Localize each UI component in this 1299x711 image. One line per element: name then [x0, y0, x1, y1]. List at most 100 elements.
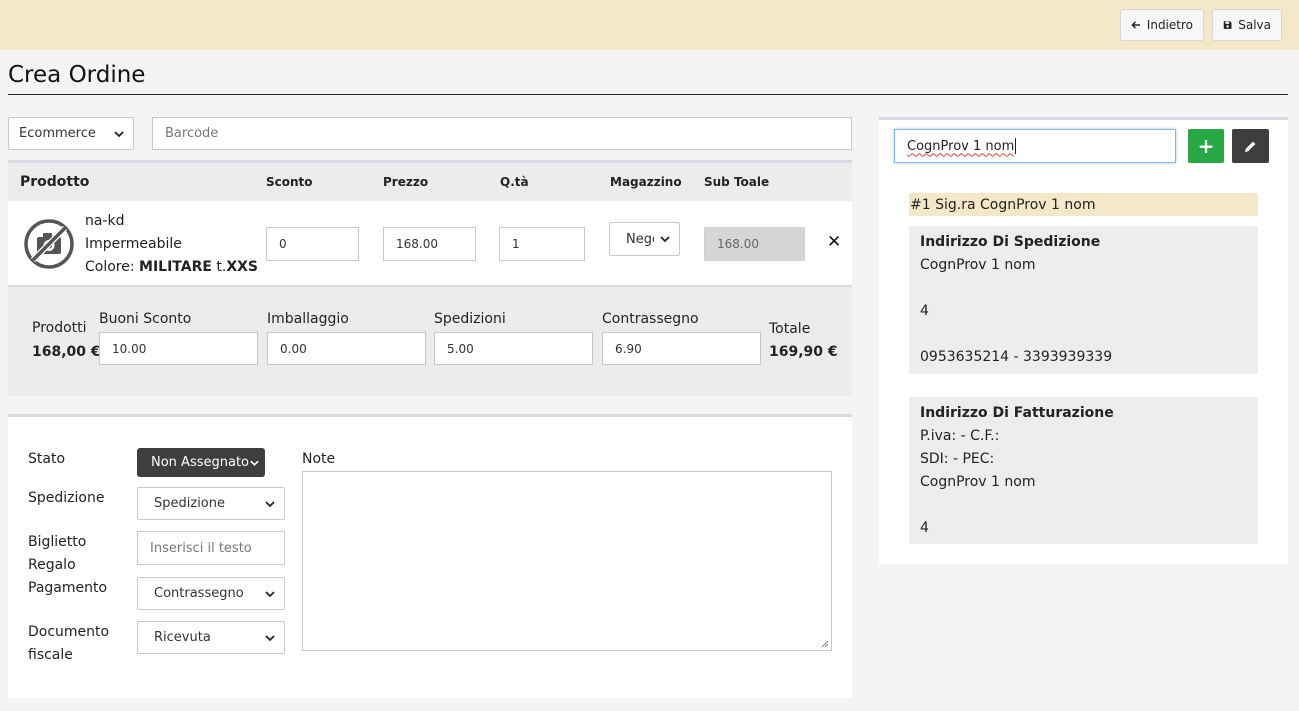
- billing-sdi-line: SDI: - PEC:: [920, 451, 995, 467]
- order-total-label: Totale: [769, 321, 811, 337]
- product-description: na-kd Impermeabile Colore: MILITARE t.XX…: [85, 210, 258, 279]
- vouchers-label: Buoni Sconto: [99, 311, 192, 327]
- chevron-down-icon: [265, 590, 275, 597]
- warehouse-select-value: Negozio: [626, 231, 654, 247]
- shipping-address-phones: 0953635214 - 3393939339: [920, 349, 1113, 365]
- chevron-down-icon: [250, 460, 259, 466]
- discount-value: 0: [279, 237, 287, 251]
- top-toolbar: [0, 0, 1299, 50]
- status-select[interactable]: Non Assegnato: [137, 448, 265, 477]
- chevron-down-icon: [265, 634, 275, 641]
- product-variant: Colore: MILITARE t.XXS: [85, 256, 258, 279]
- chevron-down-icon: [265, 500, 275, 507]
- chevron-down-icon: [114, 130, 124, 137]
- shipping-address-number: 4: [920, 303, 929, 319]
- header-price: Prezzo: [383, 175, 429, 189]
- gift-card-label-line-1: Biglietto: [28, 534, 87, 550]
- billing-address-title: Indirizzo Di Fatturazione: [920, 405, 1114, 421]
- floppy-disk-icon: [1223, 21, 1232, 29]
- shipping-cost-label: Spedizioni: [434, 311, 506, 327]
- subtotal-value: 168.00: [717, 237, 759, 251]
- product-name: Impermeabile: [85, 236, 182, 252]
- products-total-value: 168,00 €: [32, 344, 101, 360]
- header-discount: Sconto: [266, 175, 313, 189]
- channel-select[interactable]: Ecommerce: [8, 117, 134, 150]
- price-input[interactable]: 168.00: [383, 227, 476, 261]
- shipping-method-select[interactable]: Spedizione: [137, 487, 285, 520]
- shipping-method-label: Spedizione: [28, 490, 105, 506]
- edit-customer-button[interactable]: [1232, 129, 1269, 163]
- payment-select[interactable]: Contrassegno: [137, 577, 285, 610]
- shipping-cost-value: 5.00: [447, 341, 474, 356]
- products-total-label: Prodotti: [32, 320, 87, 336]
- fiscal-document-label-line-2: fiscale: [28, 647, 73, 663]
- billing-address-box: Indirizzo Di Fatturazione P.iva: - C.F.:…: [909, 397, 1258, 544]
- order-total-value: 169,90 €: [769, 344, 838, 360]
- quantity-value: 1: [512, 237, 520, 251]
- payment-select-value: Contrassegno: [154, 586, 244, 601]
- customer-search-value: CognProv 1 nom: [907, 138, 1015, 154]
- billing-address-number: 4: [920, 520, 929, 536]
- product-size-prefix: t.: [211, 259, 227, 275]
- subtotal-field: 168.00: [704, 227, 805, 261]
- billing-vat-line: P.iva: - C.F.:: [920, 428, 1000, 444]
- status-select-value: Non Assegnato: [151, 455, 249, 470]
- channel-select-value: Ecommerce: [19, 126, 96, 141]
- back-button-label: Indietro: [1146, 18, 1193, 32]
- fiscal-document-value: Ricevuta: [154, 630, 211, 645]
- gift-card-label-line-2: Regalo: [28, 557, 76, 573]
- product-size: XXS: [226, 259, 259, 275]
- header-qty: Q.tà: [500, 175, 529, 189]
- warehouse-select[interactable]: Negozio: [609, 222, 680, 256]
- cod-input[interactable]: 6.90: [602, 332, 761, 365]
- vouchers-value: 10.00: [112, 341, 147, 356]
- header-warehouse: Magazzino: [610, 175, 682, 189]
- text-cursor: [1015, 138, 1017, 154]
- product-color-prefix: Colore:: [85, 259, 140, 275]
- discount-input[interactable]: 0: [266, 227, 359, 261]
- vouchers-input[interactable]: 10.00: [99, 332, 258, 365]
- table-header: Prodotto Sconto Prezzo Q.tà Magazzino Su…: [8, 163, 852, 201]
- payment-label: Pagamento: [28, 580, 108, 596]
- fiscal-document-label: Documento fiscale: [28, 621, 109, 667]
- plus-icon: +: [1197, 134, 1215, 158]
- page-title: Crea Ordine: [8, 62, 146, 88]
- barcode-placeholder: Barcode: [165, 126, 219, 141]
- packaging-input[interactable]: 0.00: [267, 332, 426, 365]
- shipping-method-value: Spedizione: [154, 496, 225, 511]
- notes-label: Note: [302, 451, 336, 467]
- gift-card-placeholder: Inserisci il testo: [150, 540, 252, 556]
- barcode-input[interactable]: Barcode: [152, 117, 852, 150]
- notes-textarea[interactable]: [302, 471, 832, 651]
- cod-value: 6.90: [615, 341, 642, 356]
- product-brand: na-kd: [85, 213, 125, 229]
- gift-card-input[interactable]: Inserisci il testo: [137, 531, 285, 565]
- header-product: Prodotto: [20, 174, 90, 190]
- shipping-cost-input[interactable]: 5.00: [434, 332, 593, 365]
- price-value: 168.00: [396, 237, 438, 251]
- title-divider: [8, 94, 1288, 95]
- fiscal-document-select[interactable]: Ricevuta: [137, 621, 285, 654]
- selected-customer-header: #1 Sig.ra CognProv 1 nom: [909, 193, 1258, 216]
- resize-handle-icon[interactable]: [821, 640, 829, 648]
- packaging-label: Imballaggio: [267, 311, 349, 327]
- selected-customer-name: #1 Sig.ra CognProv 1 nom: [910, 196, 1096, 213]
- header-subtotal: Sub Toale: [704, 175, 770, 189]
- save-button-label: Salva: [1238, 18, 1271, 32]
- quantity-input[interactable]: 1: [499, 227, 585, 261]
- no-photo-icon: [24, 219, 74, 269]
- pencil-icon: [1245, 141, 1256, 152]
- arrow-left-icon: [1131, 21, 1140, 29]
- save-button[interactable]: Salva: [1212, 9, 1282, 41]
- add-customer-button[interactable]: +: [1188, 129, 1224, 163]
- gift-card-label: Biglietto Regalo: [28, 531, 86, 577]
- status-label: Stato: [28, 451, 66, 467]
- shipping-address-name: CognProv 1 nom: [920, 257, 1036, 273]
- cod-label: Contrassegno: [602, 311, 699, 327]
- billing-address-name: CognProv 1 nom: [920, 474, 1036, 490]
- customer-search-input[interactable]: CognProv 1 nom: [894, 129, 1176, 163]
- back-button[interactable]: Indietro: [1120, 9, 1204, 41]
- remove-row-icon[interactable]: ✕: [827, 232, 841, 252]
- shipping-address-box: Indirizzo Di Spedizione CognProv 1 nom 4…: [909, 226, 1258, 374]
- shipping-address-title: Indirizzo Di Spedizione: [920, 234, 1101, 250]
